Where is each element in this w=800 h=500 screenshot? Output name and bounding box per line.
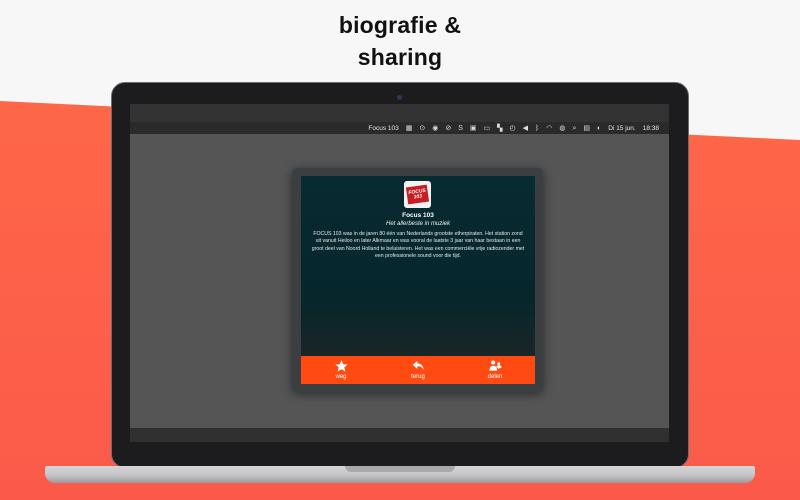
headline-line-2: sharing — [357, 44, 443, 70]
tab-weg[interactable]: weg — [319, 356, 363, 384]
star-icon — [334, 360, 348, 372]
record-icon[interactable]: ◉ — [432, 125, 438, 132]
share-icon — [488, 360, 502, 371]
tab-terug[interactable]: terug — [396, 356, 440, 384]
station-detail-panel: FOCUS 103 Focus 103 Het allerbeste in mu… — [301, 176, 535, 356]
wifi-icon[interactable]: ◠ — [546, 125, 552, 132]
screen-top-bezel — [130, 104, 669, 122]
tab-weg-label: weg — [335, 374, 347, 380]
laptop-notch — [345, 466, 455, 472]
pause-circle-icon[interactable]: ⊘ — [445, 125, 451, 132]
logo-text-bottom: 103 — [413, 192, 423, 201]
tab-delen-label: delen — [487, 374, 503, 380]
screen-bottom-bezel — [130, 428, 669, 442]
search-icon[interactable]: ⌕ — [572, 125, 576, 132]
menu-bar: Focus 103 ▦ ⊙ ◉ ⊘ S ▣ ▭ ▚ ◴ ◀ ᛒ ◠ ◍ ⌕ ▤ … — [130, 122, 669, 134]
menubar-app-name[interactable]: Focus 103 — [368, 125, 398, 132]
ruler-icon[interactable]: ▭ — [484, 125, 491, 132]
user-icon[interactable]: ◍ — [559, 125, 565, 132]
laptop-screen: Focus 103 ▦ ⊙ ◉ ⊘ S ▣ ▭ ▚ ◴ ◀ ᛒ ◠ ◍ ⌕ ▤ … — [130, 104, 669, 442]
menubar-time[interactable]: 18:38 — [643, 125, 659, 132]
station-biography: FOCUS 103 was in de jaren 80 één van Ned… — [311, 231, 525, 260]
tab-terug-label: terug — [411, 374, 425, 380]
station-logo-badge: FOCUS 103 — [405, 184, 430, 205]
headline-line-1: biografie & — [338, 12, 462, 38]
s-icon[interactable]: S — [458, 125, 463, 132]
station-tagline: Het allerbeste in muziek — [385, 221, 451, 227]
flag-icon[interactable]: ▤ — [583, 125, 590, 132]
display-icon[interactable]: ▣ — [470, 125, 477, 132]
tab-delen[interactable]: delen — [473, 356, 517, 384]
tiles-icon[interactable]: ▚ — [497, 125, 502, 132]
grid-icon[interactable]: ▦ — [406, 125, 413, 132]
menubar-date[interactable]: Di 15 jun. — [608, 125, 635, 132]
station-name: Focus 103 — [402, 212, 434, 219]
desktop: FOCUS 103 Focus 103 Het allerbeste in mu… — [130, 134, 669, 428]
bluetooth-icon[interactable]: ᛒ — [535, 125, 539, 132]
station-logo: FOCUS 103 — [404, 181, 431, 208]
volume-icon[interactable]: ◀ — [523, 125, 528, 132]
control-icon[interactable]: ◐ — [597, 125, 601, 132]
app-window: FOCUS 103 Focus 103 Het allerbeste in mu… — [292, 168, 543, 392]
camera — [397, 95, 402, 100]
back-arrow-icon — [412, 360, 424, 371]
clock-icon[interactable]: ◴ — [510, 125, 516, 132]
play-circle-icon[interactable]: ⊙ — [419, 125, 425, 132]
bottom-tab-bar: weg terug delen — [301, 356, 535, 384]
